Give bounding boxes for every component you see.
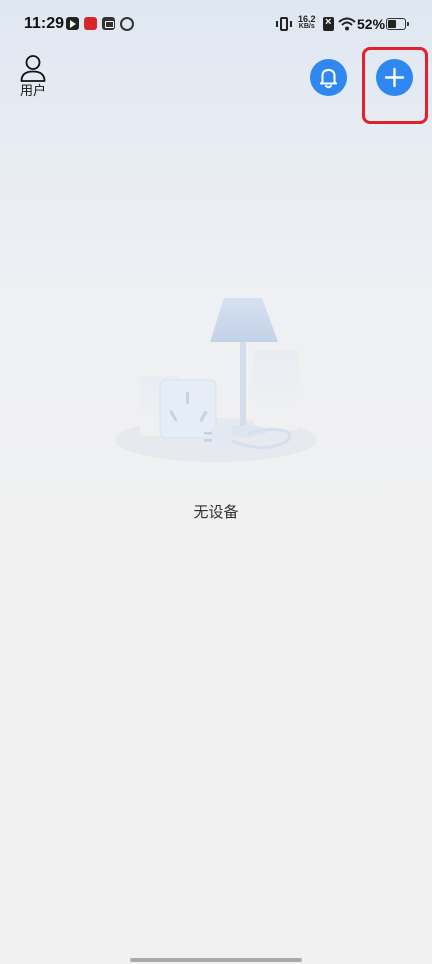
user-icon (20, 55, 46, 82)
battery-fill (388, 20, 396, 28)
battery-icon (386, 18, 409, 30)
vibrate-icon (276, 17, 292, 31)
notification-button[interactable] (310, 59, 347, 96)
video-app-notification-icon (66, 17, 79, 30)
no-sim-icon (323, 16, 334, 31)
add-device-button[interactable] (376, 59, 413, 96)
bell-icon (320, 69, 337, 89)
network-speed: 16.2 KB/s (298, 15, 316, 31)
wifi-icon (338, 17, 356, 31)
user-button[interactable]: 用户 (15, 54, 51, 100)
status-bar: 11:29 16.2 KB/s 52% (0, 0, 432, 52)
home-indicator[interactable] (130, 958, 302, 962)
battery-percent: 52% (357, 16, 386, 32)
plus-icon (384, 67, 405, 88)
shopping-app-notification-icon (84, 17, 97, 30)
battery-tip (407, 22, 409, 26)
user-label: 用户 (19, 83, 46, 98)
mail-app-notification-icon (102, 17, 115, 30)
empty-state-message: 无设备 (193, 504, 239, 521)
status-time: 11:29 (24, 15, 65, 32)
network-speed-unit: KB/s (298, 23, 315, 30)
sync-app-notification-icon (120, 17, 134, 31)
lamp-and-socket-illustration (115, 298, 317, 462)
